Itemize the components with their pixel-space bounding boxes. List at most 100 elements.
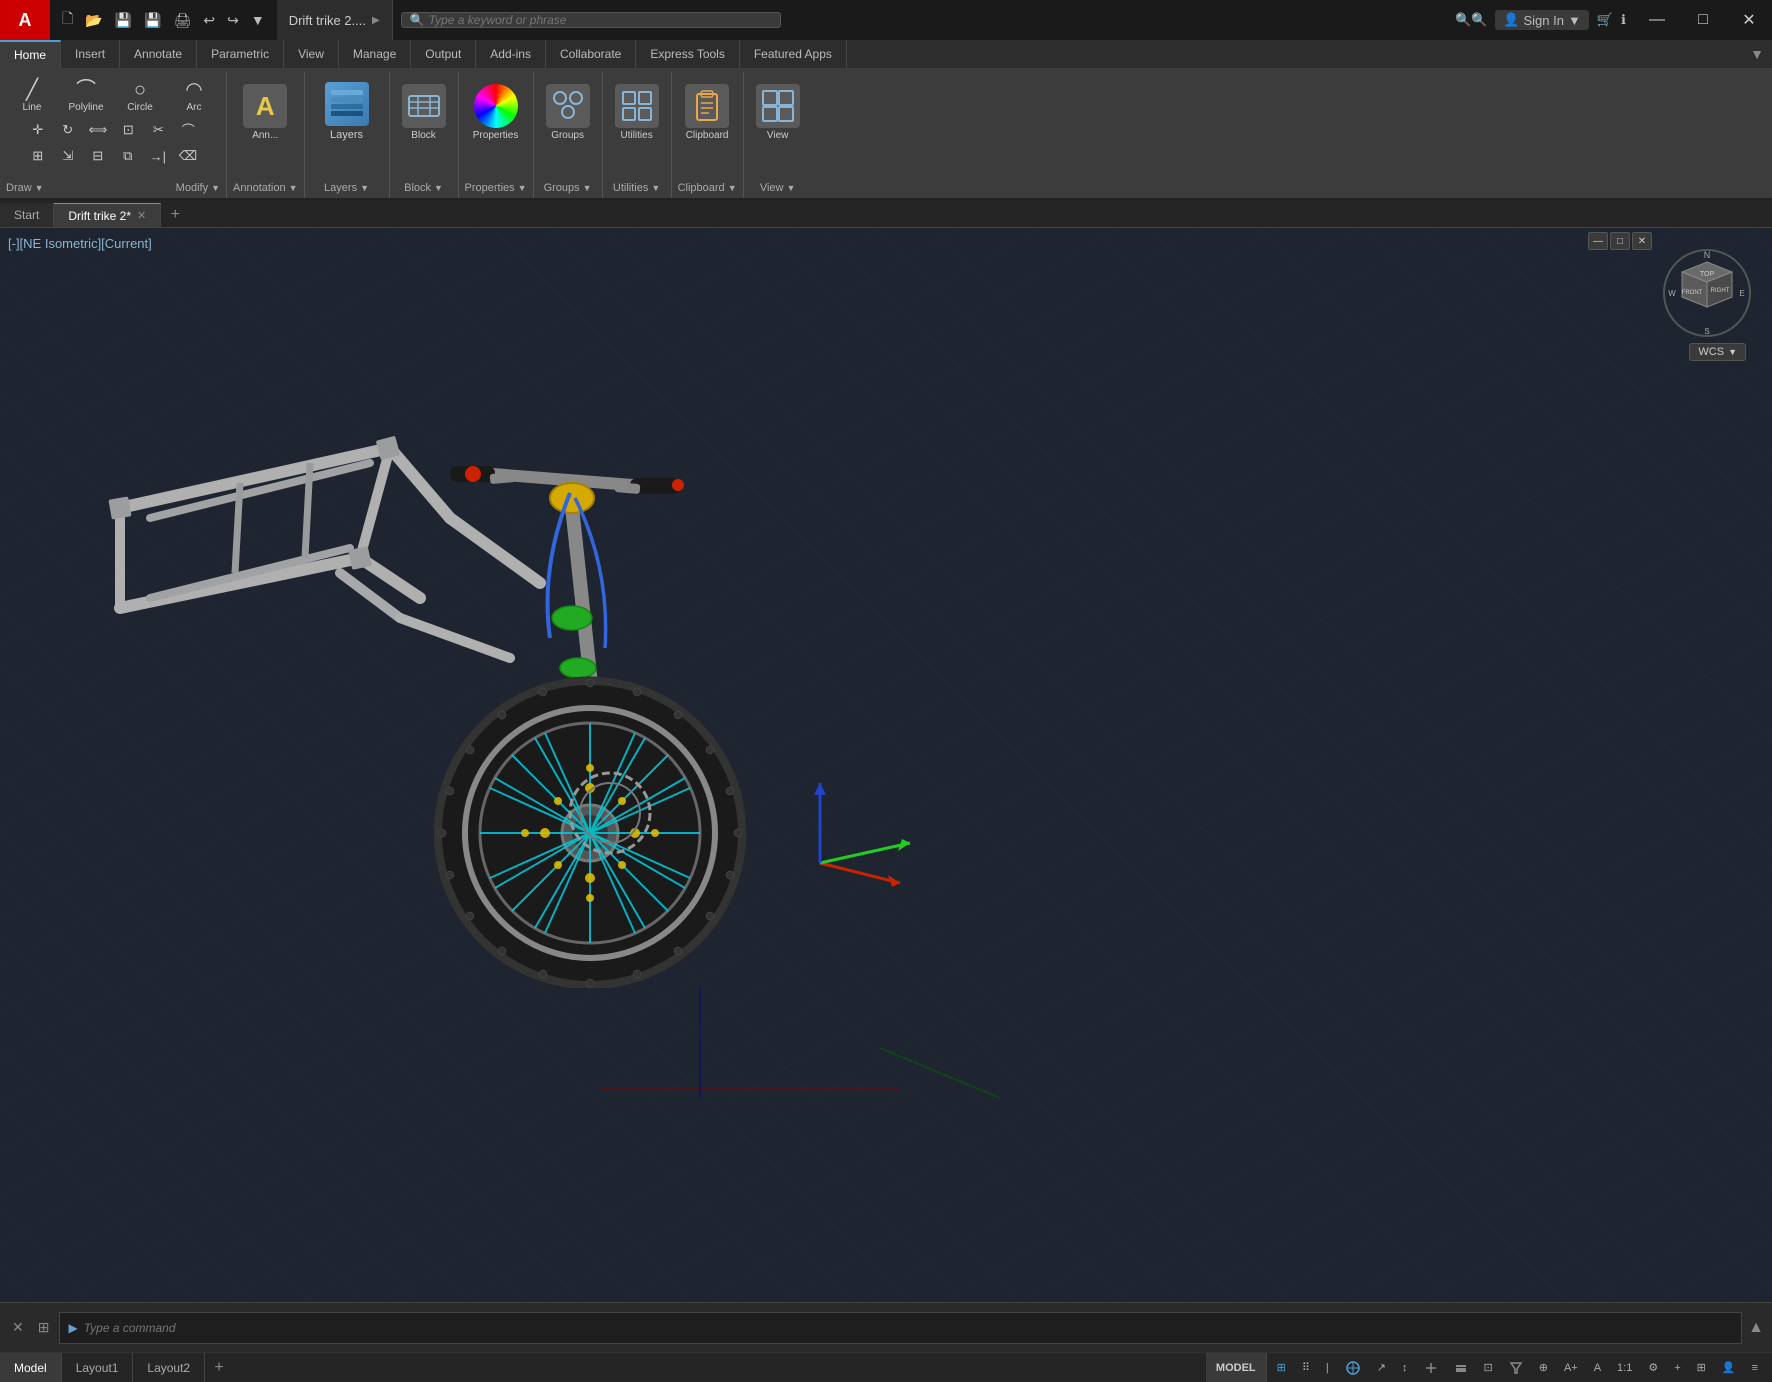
tab-addins[interactable]: Add-ins xyxy=(476,40,546,68)
trim-tool[interactable]: ✂ xyxy=(144,117,172,142)
search-icon-2[interactable]: 🔍🔍 xyxy=(1455,12,1487,28)
osnap-track-button[interactable] xyxy=(1418,1353,1444,1382)
status-settings-icon[interactable]: ⚙ xyxy=(1642,1353,1664,1382)
tab-annotate[interactable]: Annotate xyxy=(120,40,197,68)
clipboard-button[interactable]: Clipboard xyxy=(679,76,735,141)
utilities-group-label[interactable]: Utilities ▼ xyxy=(613,182,660,194)
maximize-button[interactable]: □ xyxy=(1680,0,1726,40)
snap-grid-button[interactable]: ⊞ xyxy=(1271,1353,1292,1382)
cmdline-expand-icon[interactable]: ⊞ xyxy=(34,1317,54,1338)
tab-drift-trike[interactable]: Drift trike 2* ✕ xyxy=(54,203,161,227)
new-file-icon[interactable]: 🗋 xyxy=(58,6,77,34)
properties-button[interactable]: Properties xyxy=(467,76,525,141)
block-button[interactable]: Block xyxy=(396,76,452,141)
tab-start[interactable]: Start xyxy=(0,203,54,227)
new-layout-button[interactable]: + xyxy=(205,1353,233,1382)
save-icon[interactable]: 💾 xyxy=(111,10,136,31)
search-input[interactable] xyxy=(429,13,772,27)
close-button[interactable]: ✕ xyxy=(1726,0,1772,40)
scale-tool[interactable]: ⊡ xyxy=(114,117,142,142)
tab-featuredapps[interactable]: Featured Apps xyxy=(740,40,847,68)
snap-toggle-button[interactable]: ⠿ xyxy=(1296,1353,1316,1382)
block-group-label[interactable]: Block ▼ xyxy=(404,182,443,194)
redo-icon[interactable]: ↪ xyxy=(223,10,243,31)
cmdline-close-icon[interactable]: ✕ xyxy=(8,1317,28,1338)
viewport-restore-button[interactable]: □ xyxy=(1610,232,1630,250)
workspace-switch-button[interactable]: ⊞ xyxy=(1691,1353,1712,1382)
offset-tool[interactable]: ⊟ xyxy=(84,145,112,167)
cmdline-up-arrow[interactable]: ▲ xyxy=(1748,1319,1764,1337)
lineweight-button[interactable] xyxy=(1448,1353,1474,1382)
modify-group-label[interactable]: Modify ▼ xyxy=(176,182,220,194)
fillet-tool[interactable]: ⌒ xyxy=(174,117,202,142)
layers-button[interactable]: Layers xyxy=(311,76,383,147)
tab-expresstools[interactable]: Express Tools xyxy=(636,40,739,68)
ribbon-options-icon[interactable]: ▼ xyxy=(1750,46,1764,62)
annotation-scale-button[interactable]: A+ xyxy=(1558,1353,1584,1382)
doc-title-arrow[interactable]: ▶ xyxy=(372,15,380,26)
mirror-tool[interactable]: ⟺ xyxy=(84,117,113,142)
viewport-label[interactable]: [-][NE Isometric][Current] xyxy=(8,236,152,251)
tab-collaborate[interactable]: Collaborate xyxy=(546,40,636,68)
object-snap-button[interactable]: ↕ xyxy=(1396,1353,1414,1382)
groups-tool-label[interactable]: Groups ▼ xyxy=(544,182,592,194)
transparency-button[interactable]: ⊡ xyxy=(1478,1353,1499,1382)
layers-group-label[interactable]: Layers ▼ xyxy=(324,182,369,194)
tab-manage[interactable]: Manage xyxy=(339,40,411,68)
stretch-tool[interactable]: ⇲ xyxy=(54,145,82,167)
move-tool[interactable]: ✛ xyxy=(24,117,52,142)
extend-tool[interactable]: →| xyxy=(144,145,172,167)
layout-1-tab[interactable]: Layout1 xyxy=(62,1353,134,1382)
open-file-icon[interactable]: 📂 xyxy=(81,10,106,31)
undo-icon[interactable]: ↩ xyxy=(199,10,219,31)
tab-output[interactable]: Output xyxy=(411,40,476,68)
command-input-area[interactable]: ▶ xyxy=(59,1312,1742,1344)
cart-icon[interactable]: 🛒 xyxy=(1597,12,1613,28)
properties-group-label[interactable]: Properties ▼ xyxy=(465,182,527,194)
select-filter-button[interactable] xyxy=(1503,1353,1529,1382)
line-button[interactable]: ╱ Line xyxy=(6,76,58,113)
ortho-button[interactable]: | xyxy=(1320,1353,1335,1382)
tab-parametric[interactable]: Parametric xyxy=(197,40,284,68)
info-icon[interactable]: ℹ xyxy=(1621,12,1626,28)
search-box[interactable]: 🔍 xyxy=(401,12,781,28)
tab-close-icon[interactable]: ✕ xyxy=(137,209,146,222)
groups-tool-button[interactable]: Groups xyxy=(540,76,596,141)
annotation-vis-button[interactable]: A xyxy=(1588,1353,1607,1382)
tab-insert[interactable]: Insert xyxy=(61,40,120,68)
copy-tool[interactable]: ⧉ xyxy=(114,145,142,167)
erase-tool[interactable]: ⌫ xyxy=(174,145,202,167)
rotate-tool[interactable]: ↻ xyxy=(54,117,82,142)
draw-group-label[interactable]: Draw ▼ xyxy=(6,182,44,194)
polyline-button[interactable]: ⌒ Polyline xyxy=(60,76,112,113)
utilities-button[interactable]: Utilities xyxy=(609,76,665,141)
annotation-group-label[interactable]: Annotation ▼ xyxy=(233,182,298,194)
viewcube[interactable]: TOP FRONT RIGHT N E S W xyxy=(1662,248,1752,338)
add-scale-button[interactable]: + xyxy=(1668,1353,1686,1382)
arc-button[interactable]: ◠ Arc xyxy=(168,76,220,113)
view-button[interactable]: View xyxy=(750,76,806,141)
wcs-label[interactable]: WCS ▼ xyxy=(1689,343,1746,361)
command-input[interactable] xyxy=(84,1321,1733,1335)
scale-label[interactable]: 1:1 xyxy=(1611,1353,1638,1382)
viewport[interactable]: [-][NE Isometric][Current] — □ ✕ xyxy=(0,228,1772,1302)
save-as-icon[interactable]: 💾 xyxy=(140,10,165,31)
snap-button[interactable]: ↗ xyxy=(1371,1353,1392,1382)
layout-model-tab[interactable]: Model xyxy=(0,1353,62,1382)
user-icon-status[interactable]: 👤 xyxy=(1716,1353,1742,1382)
status-menu-button[interactable]: ≡ xyxy=(1746,1353,1764,1382)
polar-button[interactable] xyxy=(1339,1353,1367,1382)
circle-button[interactable]: ○ Circle xyxy=(114,76,166,113)
new-tab-button[interactable]: + xyxy=(161,203,189,227)
array-tool[interactable]: ⊞ xyxy=(24,145,52,167)
tab-home[interactable]: Home xyxy=(0,40,61,68)
gizmo-button[interactable]: ⊕ xyxy=(1533,1353,1554,1382)
customize-icon[interactable]: ▼ xyxy=(247,10,269,30)
sign-in-button[interactable]: 👤 Sign In ▼ xyxy=(1495,10,1589,30)
view-group-label[interactable]: View ▼ xyxy=(760,182,796,194)
plot-icon[interactable]: 🖨 xyxy=(170,10,196,31)
annotation-button[interactable]: A Ann... xyxy=(237,76,293,141)
clipboard-group-label[interactable]: Clipboard ▼ xyxy=(678,182,737,194)
minimize-button[interactable]: — xyxy=(1634,0,1680,40)
viewport-close-button[interactable]: ✕ xyxy=(1632,232,1652,250)
